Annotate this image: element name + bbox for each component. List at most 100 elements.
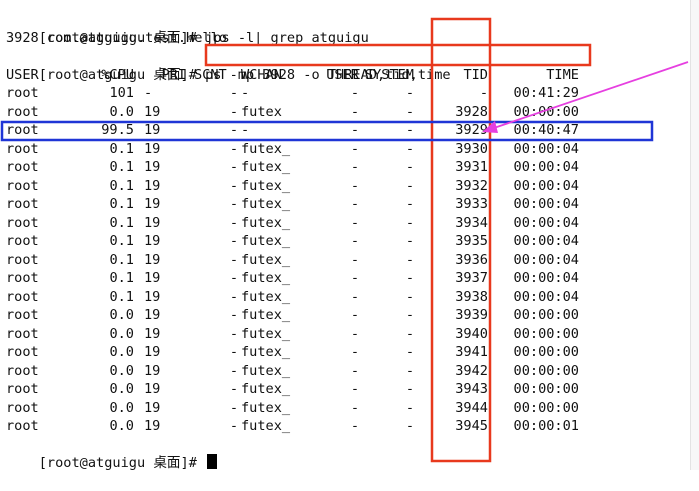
table-cell: 19 [144,103,161,120]
table-cell: - [350,418,359,434]
table-cell: - [229,307,238,323]
table-cell: root [6,214,39,231]
table-cell: futex_ [241,381,291,397]
table-cell: - [350,196,359,212]
table-cell: - [350,140,359,157]
table-cell: futex_ [241,325,291,342]
table-cell: - [405,159,414,175]
table-cell: 19 [144,122,161,138]
table-cell: root [6,177,39,194]
table-cell: - [241,122,250,138]
table-cell: - [229,233,238,249]
table-cell: root [6,159,39,175]
table-cell: - [229,103,238,120]
table-cell: root [6,362,39,379]
table-cell: 0.0 [109,362,134,379]
table-cell: futex_ [241,233,291,249]
table-cell: 0.0 [109,418,134,434]
table-cell: - [350,122,359,138]
table-cell: 3939 [455,307,488,323]
table-cell: 101 [109,85,134,101]
table-cell: futex_ [241,270,291,286]
column-header: %CPU [101,66,134,83]
table-cell: - [479,85,488,101]
table-cell: 00:00:04 [513,177,579,194]
table-cell: 3931 [455,159,488,175]
column-header: SCNT [194,66,227,83]
prompt-line-2: [root@atguigu 桌面]# ps -mp 3928 -o THREAD… [6,47,451,83]
table-cell: - [405,196,414,212]
table-header-row: USER %CPU PRI SCNT WCHAN USER SYSTEM TID TIME [6,66,696,85]
table-cell: - [229,325,238,342]
table-cell: 0.0 [109,399,134,416]
table-cell: - [350,307,359,323]
table-cell: root [6,418,39,434]
table-cell: 3933 [455,196,488,212]
table-cell: 3932 [455,177,488,194]
table-cell: - [350,103,359,120]
table-cell: - [350,288,359,305]
table-cell: - [229,399,238,416]
table-cell: 00:00:00 [513,103,579,120]
table-row: root 99.5 19- - - -3929 00:40:47 [6,121,696,140]
table-row: root 0.0 19- futex_ - -3945 00:00:01 [6,417,696,436]
table-cell: - [229,159,238,175]
table-cell: 19 [144,196,161,212]
table-cell: 19 [144,344,161,360]
table-row: root 0.0 19- futex_ - -3941 00:00:00 [6,343,696,362]
table-cell: futex_ [241,251,291,268]
terminal-scroll-edge [690,0,699,470]
table-cell: 0.0 [109,381,134,397]
table-cell: 3941 [455,344,488,360]
table-cell: - [405,140,414,157]
table-cell: futex_ [241,362,291,379]
table-cell: - [229,362,238,379]
table-cell: futex_ [241,418,291,434]
table-cell: - [229,196,238,212]
table-cell: 3935 [455,233,488,249]
table-cell: futex_ [241,344,291,360]
prompt-line-final[interactable]: [root@atguigu 桌面]# [6,436,218,471]
terminal-window[interactable]: [root@atguigu 桌面]# jps -l| grep atguigu … [0,0,699,472]
table-cell: 00:00:00 [513,325,579,342]
table-row: root 0.1 19- futex_ - -3935 00:00:04 [6,232,696,251]
table-cell: - [405,233,414,249]
table-cell: - [350,270,359,286]
column-header: SYSTEM [364,66,414,83]
table-cell: 00:00:00 [513,362,579,379]
table-cell: 19 [144,177,161,194]
table-row: root 0.0 19- futex_ - -3944 00:00:00 [6,399,696,418]
table-cell: - [144,85,153,101]
table-cell: root [6,307,39,323]
table-cell: - [350,399,359,416]
table-cell: - [405,270,414,286]
table-cell: - [350,159,359,175]
table-cell: - [229,270,238,286]
table-cell: 19 [144,362,161,379]
table-cell: 0.1 [109,233,134,249]
table-cell: 0.0 [109,103,134,120]
table-cell: - [405,122,414,138]
column-header: TIME [546,66,579,83]
shell-prompt: [root@atguigu 桌面]# [38,455,197,471]
table-cell: 0.1 [109,251,134,268]
table-cell: root [6,85,39,101]
table-cell: 00:00:01 [513,418,579,434]
table-cell: - [405,251,414,268]
table-cell: root [6,140,39,157]
table-cell: - [350,214,359,231]
table-cell: - [350,381,359,397]
column-header: TID [463,66,488,83]
table-cell: - [229,85,238,101]
table-cell: 19 [144,140,161,157]
table-cell: - [229,140,238,157]
table-cell: 3929 [455,122,488,138]
table-row: root 0.1 19- futex_ - -3931 00:00:04 [6,158,696,177]
table-cell: - [405,103,414,120]
table-cell: 00:00:04 [513,251,579,268]
table-cell: - [241,85,250,101]
table-cell: root [6,399,39,416]
table-cell: 3936 [455,251,488,268]
command-text: jps -l| grep atguigu [205,29,369,46]
table-row: root 0.0 19- futex_ - -3942 00:00:00 [6,362,696,381]
